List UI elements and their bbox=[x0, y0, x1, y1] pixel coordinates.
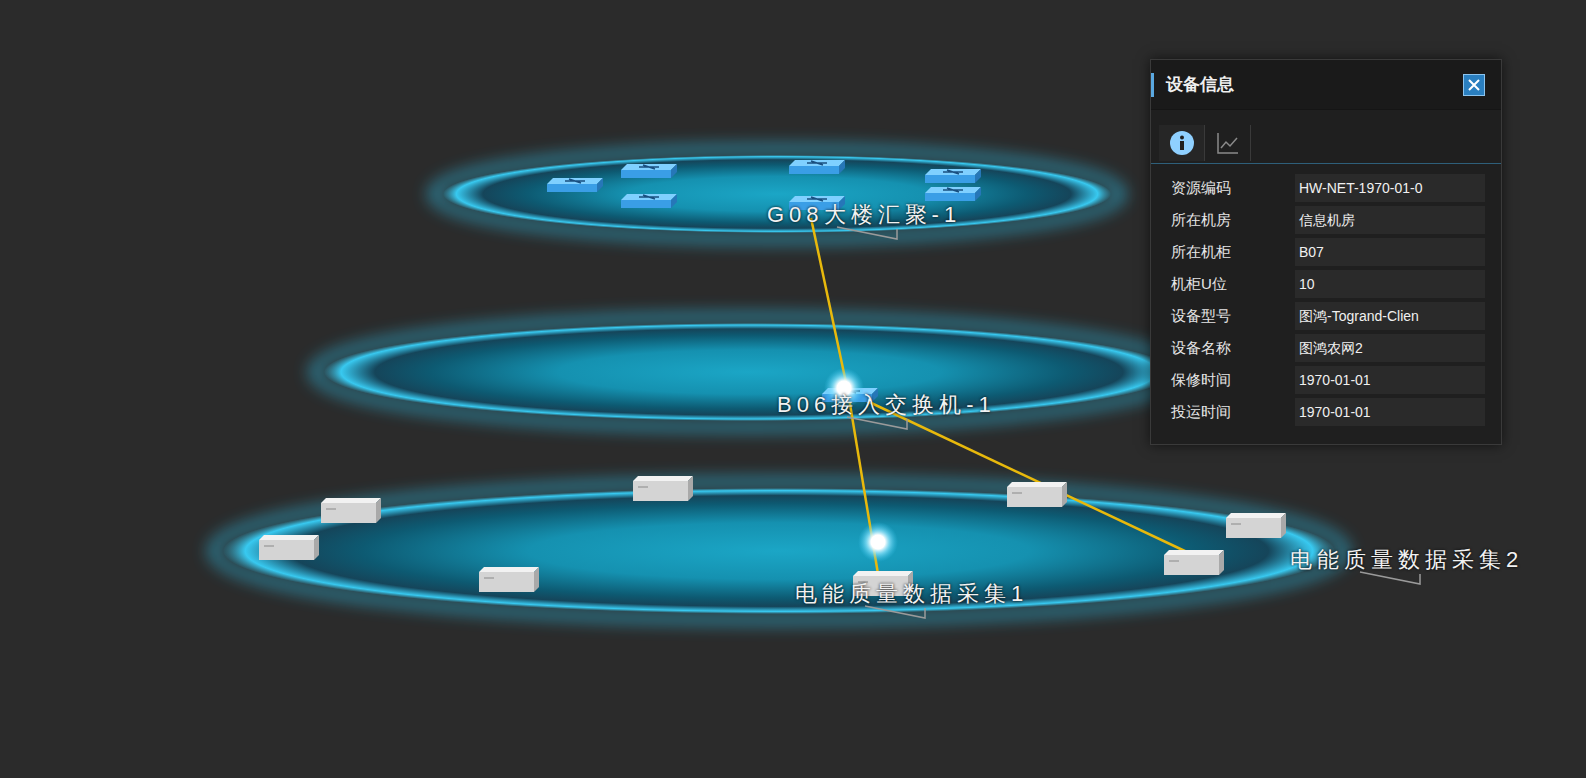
field-row: 保修时间1970-01-01 bbox=[1167, 366, 1485, 394]
switch-node[interactable] bbox=[621, 194, 677, 208]
close-icon bbox=[1467, 78, 1481, 92]
switch-node[interactable] bbox=[547, 178, 603, 192]
field-value: 图鸿农网2 bbox=[1295, 334, 1485, 362]
field-value: HW-NET-1970-01-0 bbox=[1295, 174, 1485, 202]
field-value: 1970-01-01 bbox=[1295, 366, 1485, 394]
label-leader bbox=[837, 227, 897, 239]
field-value: 10 bbox=[1295, 270, 1485, 298]
field-label: 设备型号 bbox=[1167, 305, 1295, 328]
label-leader bbox=[847, 417, 907, 429]
layer-ring bbox=[213, 482, 1345, 620]
field-row: 资源编码HW-NET-1970-01-0 bbox=[1167, 174, 1485, 202]
panel-tab[interactable] bbox=[1205, 125, 1251, 161]
field-row: 投运时间1970-01-01 bbox=[1167, 398, 1485, 426]
field-label: 机柜U位 bbox=[1167, 273, 1295, 296]
panel-tab[interactable] bbox=[1159, 125, 1205, 161]
field-list: 资源编码HW-NET-1970-01-0所在机房信息机房所在机柜B07机柜U位1… bbox=[1151, 174, 1501, 426]
field-label: 投运时间 bbox=[1167, 401, 1295, 424]
server-node[interactable] bbox=[479, 567, 539, 592]
panel-header: 设备信息 bbox=[1151, 60, 1501, 110]
server-node[interactable] bbox=[633, 476, 693, 501]
server-node[interactable] bbox=[321, 498, 381, 523]
field-label: 所在机柜 bbox=[1167, 241, 1295, 264]
app: G08大楼汇聚-1 B06接入交换机-1 电能质量数据采集1 电能质量数据采集2 设备信… bbox=[0, 0, 1586, 778]
field-label: 保修时间 bbox=[1167, 369, 1295, 392]
field-value: 图鸿-Togrand-Clien bbox=[1295, 302, 1485, 330]
device-info-panel: 设备信息资源编码HW-NET-1970-01-0所在机房信息机房所在机柜B07机… bbox=[1150, 59, 1502, 445]
label-leader bbox=[1360, 572, 1420, 584]
title-accent bbox=[1151, 73, 1154, 97]
server-node[interactable] bbox=[259, 535, 319, 560]
link-line bbox=[811, 218, 848, 392]
node-label[interactable]: G08大楼汇聚-1 bbox=[767, 201, 961, 229]
field-value: B07 bbox=[1295, 238, 1485, 266]
field-row: 设备型号图鸿-Togrand-Clien bbox=[1167, 302, 1485, 330]
server-node[interactable] bbox=[1164, 550, 1224, 575]
node-label[interactable]: 电能质量数据采集1 bbox=[795, 580, 1028, 608]
highlight-glow bbox=[858, 522, 898, 562]
node-label[interactable]: B06接入交换机-1 bbox=[777, 391, 996, 419]
field-label: 设备名称 bbox=[1167, 337, 1295, 360]
field-value: 1970-01-01 bbox=[1295, 398, 1485, 426]
field-label: 资源编码 bbox=[1167, 177, 1295, 200]
switch-node[interactable] bbox=[789, 160, 845, 174]
switch-node[interactable] bbox=[925, 169, 981, 183]
server-node[interactable] bbox=[1226, 513, 1286, 538]
field-row: 机柜U位10 bbox=[1167, 270, 1485, 298]
info-icon bbox=[1169, 130, 1195, 156]
node-label[interactable]: 电能质量数据采集2 bbox=[1290, 546, 1523, 574]
close-button[interactable] bbox=[1463, 74, 1485, 96]
layer-ring bbox=[433, 149, 1121, 239]
server-node[interactable] bbox=[1007, 482, 1067, 507]
panel-title: 设备信息 bbox=[1166, 72, 1234, 98]
field-value: 信息机房 bbox=[1295, 206, 1485, 234]
label-leader bbox=[865, 606, 925, 618]
field-label: 所在机房 bbox=[1167, 209, 1295, 232]
field-row: 所在机柜B07 bbox=[1167, 238, 1485, 266]
field-row: 所在机房信息机房 bbox=[1167, 206, 1485, 234]
layer-ring bbox=[314, 317, 1184, 427]
field-row: 设备名称图鸿农网2 bbox=[1167, 334, 1485, 362]
switch-node[interactable] bbox=[925, 187, 981, 201]
switch-node[interactable] bbox=[621, 164, 677, 178]
chart-icon bbox=[1215, 130, 1241, 156]
panel-tabs bbox=[1151, 122, 1501, 164]
